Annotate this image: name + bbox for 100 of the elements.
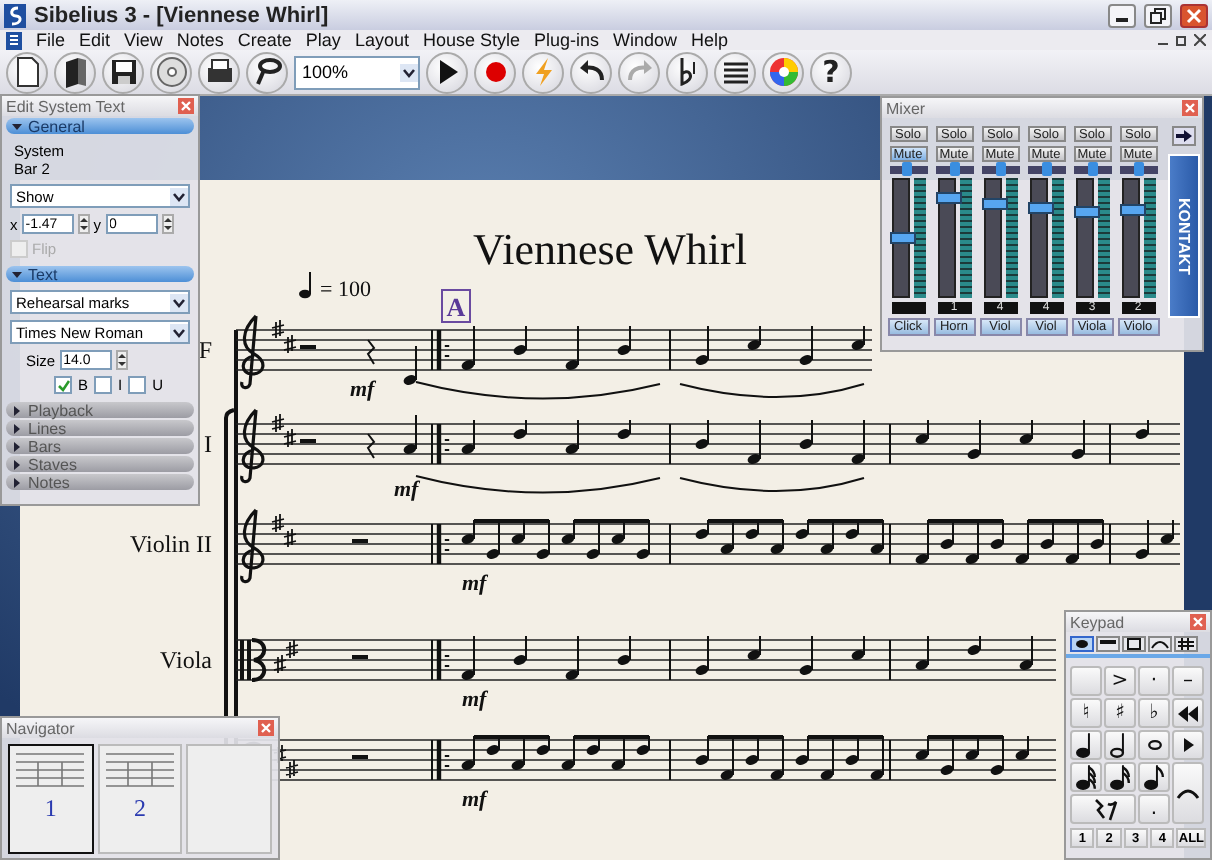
fader-thumb[interactable] (1073, 205, 1099, 218)
menu-item[interactable]: Window (613, 30, 678, 50)
arrow-button[interactable] (1172, 126, 1196, 146)
keypad-key[interactable] (1138, 762, 1170, 792)
keypad-key[interactable]: . (1138, 794, 1170, 824)
pan-thumb[interactable] (949, 162, 959, 176)
eighth-note-icon (1144, 764, 1164, 790)
toolbar-button[interactable] (426, 51, 468, 93)
caret-icon (170, 293, 188, 311)
pan-thumb[interactable] (1133, 162, 1143, 176)
toolbar-button[interactable] (54, 51, 96, 93)
toolbar-button[interactable] (102, 51, 144, 93)
menu-item[interactable]: File (36, 30, 66, 50)
keypad-key[interactable] (1104, 762, 1136, 792)
checkbox[interactable] (94, 376, 113, 394)
keypad-key[interactable] (1070, 794, 1136, 824)
toolbar-button[interactable] (570, 51, 612, 93)
keypad-key[interactable]: ♭ (1138, 698, 1170, 728)
pan-slider[interactable] (1073, 166, 1111, 174)
menu-item[interactable]: House Style (422, 30, 520, 50)
menu-item[interactable]: Create (237, 30, 292, 50)
score-title: Viennese Whirl (473, 224, 747, 274)
zoom-dropdown[interactable]: 100% (294, 55, 420, 89)
close-icon[interactable] (1194, 34, 1206, 46)
repeat-barline (436, 327, 450, 373)
pan-thumb[interactable] (1087, 162, 1097, 176)
keypad-key[interactable]: · (1138, 666, 1170, 696)
pan-thumb[interactable] (901, 162, 912, 176)
pan-slider[interactable] (981, 166, 1019, 174)
page-thumbnail[interactable]: 2 (97, 744, 183, 854)
level-meter (1097, 178, 1109, 298)
keypad-key[interactable] (1172, 762, 1204, 824)
fader-thumb[interactable] (1027, 202, 1053, 215)
keypad-tab[interactable] (1070, 636, 1094, 652)
keypad-tab[interactable] (1174, 636, 1198, 652)
keypad-key[interactable] (1172, 730, 1204, 760)
keypad-key[interactable] (1070, 762, 1102, 792)
fader-thumb[interactable] (889, 232, 915, 245)
restore-button[interactable] (1144, 3, 1172, 27)
toolbar-button[interactable] (246, 51, 288, 93)
help-button[interactable]: ? (810, 51, 852, 93)
minimize-button[interactable] (1108, 3, 1136, 27)
section-header[interactable]: General (6, 118, 194, 134)
pan-slider[interactable] (935, 166, 973, 174)
close-button[interactable] (1180, 3, 1208, 27)
spinner-button[interactable] (161, 214, 173, 234)
section-header[interactable]: Text (6, 266, 194, 282)
menu-item[interactable]: Plug-ins (534, 30, 600, 50)
keypad-tab[interactable] (1096, 636, 1120, 652)
keypad-key[interactable] (1104, 730, 1136, 760)
toolbar-button[interactable] (666, 51, 708, 93)
pan-thumb[interactable] (995, 162, 1005, 176)
keypad-tab[interactable] (1122, 636, 1146, 652)
checkbox[interactable] (128, 376, 147, 394)
fader-thumb[interactable] (935, 191, 961, 204)
menu-item[interactable]: Help (691, 30, 729, 50)
disc-icon (153, 54, 189, 90)
key-signature-icon (273, 639, 299, 674)
fader-thumb[interactable] (1119, 204, 1145, 217)
restore-icon[interactable] (1176, 34, 1188, 46)
keypad-key[interactable] (1070, 730, 1102, 760)
keypad-key[interactable] (1172, 698, 1204, 728)
repeat-barline (436, 421, 450, 467)
pan-slider[interactable] (889, 166, 927, 174)
spinner-button[interactable] (77, 214, 90, 234)
keypad-key[interactable]: > (1104, 666, 1136, 696)
page-thumbnail (186, 744, 273, 854)
kontakt-panel[interactable]: KONTAKT (1168, 154, 1200, 318)
triangle-icon (12, 121, 22, 131)
up-down-arrows-icon (79, 216, 88, 232)
spinner-button[interactable] (115, 350, 128, 370)
pan-slider[interactable] (1027, 166, 1065, 174)
keypad-tab[interactable] (1148, 636, 1172, 652)
fader-thumb[interactable] (981, 197, 1007, 210)
close-icon (260, 722, 272, 734)
toolbar-button[interactable] (198, 51, 240, 93)
menu-item[interactable]: Notes (176, 30, 224, 50)
caret-icon (170, 323, 188, 341)
toolbar-button[interactable] (6, 51, 48, 93)
pan-slider[interactable] (1119, 166, 1157, 174)
window-title: Sibelius 3 - [Viennese Whirl] (34, 3, 331, 27)
checkbox[interactable] (54, 376, 72, 394)
bar-icon (1098, 638, 1118, 650)
treble-clef-icon (240, 408, 265, 484)
keypad-key[interactable]: ♯ (1104, 698, 1136, 728)
menu-item[interactable]: Layout (354, 30, 409, 50)
sixteenth-note-icon (1110, 764, 1130, 790)
menu-item[interactable]: View (124, 30, 163, 50)
toolbar-button[interactable] (714, 51, 756, 93)
rewind-icon (1178, 705, 1198, 721)
menu-item[interactable]: Play (305, 30, 341, 50)
keypad-key[interactable]: – (1172, 666, 1204, 696)
triangle-icon (1183, 738, 1193, 752)
pan-thumb[interactable] (1041, 162, 1051, 176)
keypad-key[interactable]: ♮ (1070, 698, 1102, 728)
key-symbol: > (1111, 670, 1129, 692)
keypad-key[interactable] (1138, 730, 1170, 760)
menu-item[interactable]: Edit (79, 30, 111, 50)
page-thumbnail[interactable]: 1 (8, 744, 94, 854)
rest-icon (1089, 797, 1117, 821)
